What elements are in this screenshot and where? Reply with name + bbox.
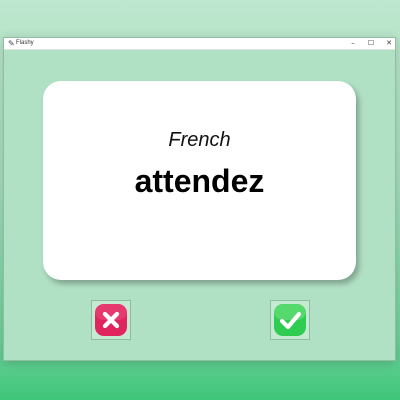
right-button[interactable] [270,300,310,340]
card-word: attendez [134,163,265,199]
close-button[interactable]: ✕ [380,38,398,49]
flash-card[interactable]: French attendez [43,81,356,280]
card-language-label: French [168,129,231,151]
app-window: ✎ Flashy – ☐ ✕ French attendez [3,37,396,361]
maximize-button[interactable]: ☐ [362,38,380,49]
cross-icon [95,304,127,336]
check-icon [274,304,306,336]
feather-icon: ✎ [8,39,15,48]
minimize-button[interactable]: – [344,38,362,49]
wrong-button[interactable] [91,300,131,340]
title-bar: ✎ Flashy – ☐ ✕ [4,38,395,50]
window-title: Flashy [16,40,34,46]
